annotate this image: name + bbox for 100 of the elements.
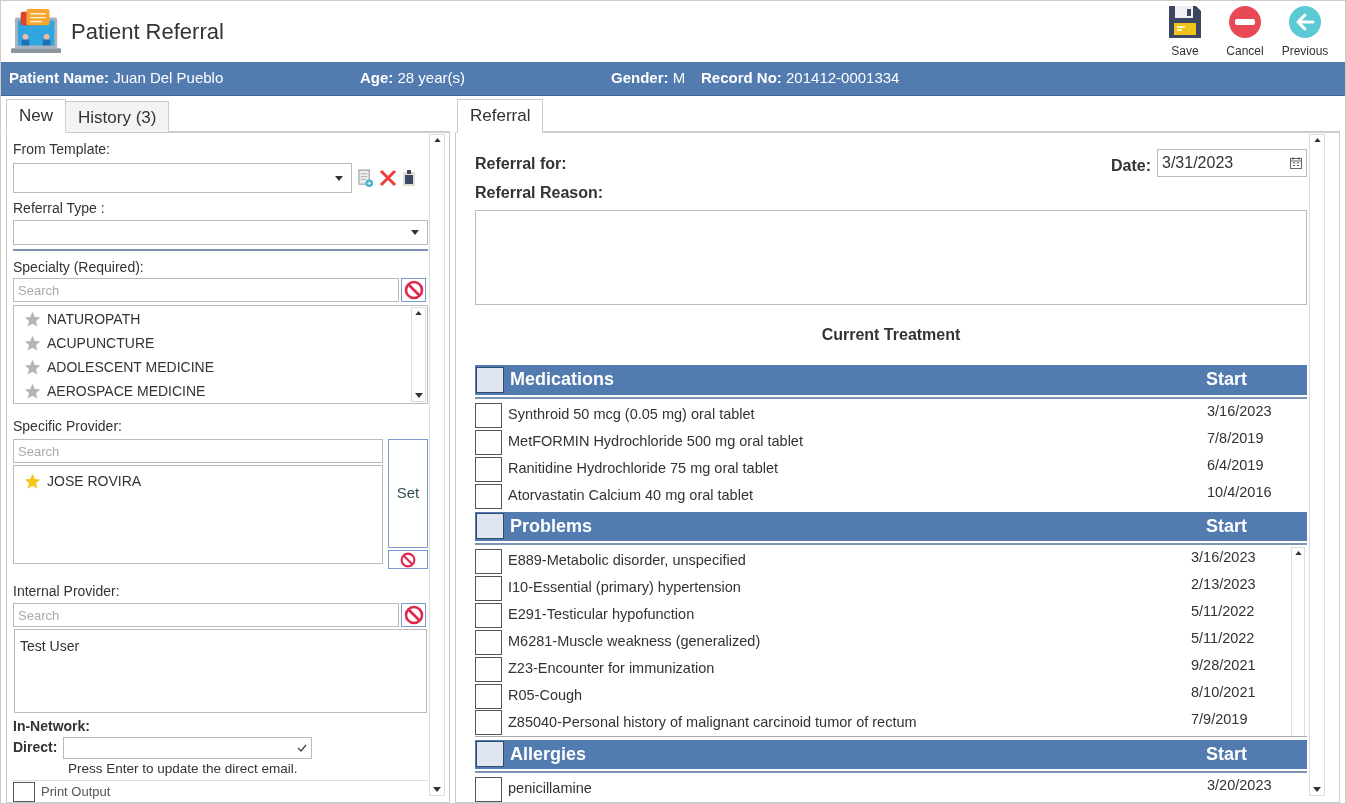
- table-cell-text: E291-Testicular hypofunction: [508, 605, 696, 625]
- list-item[interactable]: Test User: [20, 636, 421, 658]
- star-icon[interactable]: [24, 358, 41, 376]
- scrollbar[interactable]: [429, 134, 445, 796]
- toolbar-button[interactable]: Cancel: [1215, 5, 1275, 60]
- checkbox[interactable]: [475, 777, 502, 802]
- star-icon[interactable]: [24, 382, 41, 400]
- block-icon: [403, 605, 424, 626]
- tab[interactable]: New: [6, 99, 66, 133]
- clear-button[interactable]: [401, 278, 426, 303]
- reason-field[interactable]: [475, 210, 1307, 306]
- table-cell-text: 2/13/2023: [1191, 575, 1257, 595]
- field-label: Internal Provider:: [13, 582, 121, 602]
- star-icon[interactable]: [24, 310, 41, 328]
- patient-field: Age: 28 year(s): [360, 67, 611, 90]
- star-icon[interactable]: [24, 334, 41, 352]
- patient-field: Patient Name: Juan Del Pueblo: [9, 67, 360, 90]
- minus-circle-icon: [1229, 5, 1261, 38]
- scroll-up-icon[interactable]: [415, 311, 422, 316]
- checkbox[interactable]: [475, 656, 502, 682]
- table-cell-text: Z85040-Personal history of malignant carcinoid tumor of rectum: [508, 712, 918, 732]
- table-cell-text: E889-Metabolic disorder, unspecified: [508, 551, 747, 571]
- toolbar-button[interactable]: Save: [1155, 5, 1215, 60]
- checkbox[interactable]: [13, 782, 35, 802]
- checkbox[interactable]: [475, 629, 502, 655]
- field-label: Date:: [1111, 156, 1151, 176]
- checkbox[interactable]: [475, 602, 502, 628]
- list-item[interactable]: ADOLESCENT MEDICINE: [47, 356, 214, 378]
- scrollbar[interactable]: [1291, 547, 1305, 736]
- table-cell-text: Atorvastatin Calcium 40 mg oral tablet: [508, 486, 754, 505]
- scrollbar[interactable]: [411, 307, 426, 403]
- field-label: Direct:: [13, 738, 58, 758]
- list-item[interactable]: NATUROPATH: [47, 308, 141, 330]
- close-icon[interactable]: [379, 169, 397, 187]
- patient-field: Record No: 201412-0001334: [701, 67, 900, 90]
- list-item[interactable]: ACUPUNCTURE: [47, 332, 155, 354]
- block-icon: [400, 551, 416, 568]
- set-button[interactable]: Set: [388, 439, 428, 549]
- table-cell-text: Z23-Encounter for immunization: [508, 658, 716, 678]
- checkbox[interactable]: [475, 483, 502, 509]
- table-cell-text: 7/9/2019: [1191, 709, 1249, 729]
- hint-text: Press Enter to update the direct email.: [68, 759, 299, 778]
- window-title: Patient Referral: [71, 18, 224, 46]
- email-field[interactable]: [63, 736, 313, 759]
- checkbox[interactable]: [475, 429, 502, 455]
- check-icon: [297, 743, 308, 752]
- section-header: Allergies Start: [475, 739, 1307, 769]
- table-cell-text: I10-Essential (primary) hypertension: [508, 578, 742, 598]
- star-icon[interactable]: [24, 472, 41, 490]
- clear-button[interactable]: [388, 550, 428, 570]
- scrollbar[interactable]: [1309, 134, 1325, 796]
- table-cell-text: Synthroid 50 mcg (0.05 mg) oral tablet: [508, 405, 756, 424]
- calendar-icon[interactable]: [1290, 157, 1302, 169]
- table-cell-text: 3/16/2023: [1191, 548, 1257, 568]
- caret-icon: [335, 175, 343, 181]
- checkbox[interactable]: [476, 741, 504, 768]
- table-cell-text: M6281-Muscle weakness (generalized): [508, 632, 762, 652]
- checkbox[interactable]: [475, 549, 502, 575]
- scroll-up-icon[interactable]: [1294, 551, 1302, 556]
- checkbox-label: Print Output: [41, 783, 111, 802]
- table-cell-text: Ranitidine Hydrochloride 75 mg oral tablet: [508, 459, 779, 478]
- section-header: Medications Start: [475, 365, 1307, 395]
- table-cell-text: 10/4/2016: [1207, 482, 1273, 502]
- checkbox[interactable]: [476, 367, 504, 393]
- tab[interactable]: Referral: [457, 99, 544, 133]
- table-cell-text: 3/20/2023: [1207, 776, 1273, 795]
- table-cell-text: 5/11/2022: [1191, 602, 1256, 621]
- list-item[interactable]: AEROSPACE MEDICINE: [47, 380, 206, 402]
- checkbox[interactable]: [475, 402, 502, 428]
- block-icon: [403, 280, 424, 301]
- checkbox[interactable]: [475, 456, 502, 482]
- date-field[interactable]: 3/31/2023: [1157, 149, 1307, 177]
- scroll-up-icon[interactable]: [1313, 138, 1321, 142]
- clear-button[interactable]: [401, 603, 426, 628]
- table-cell-text: 5/11/2022: [1191, 628, 1256, 648]
- field-label: Specialty (Required):: [13, 258, 145, 278]
- table-cell-text: 6/4/2019: [1207, 455, 1265, 475]
- section-header: Problems Start: [475, 511, 1307, 542]
- toolbar-button[interactable]: Previous: [1275, 5, 1335, 60]
- scroll-down-icon[interactable]: [414, 393, 423, 399]
- search-field[interactable]: Search: [13, 278, 399, 303]
- field-label: From Template:: [13, 140, 111, 159]
- scroll-down-icon[interactable]: [433, 787, 441, 792]
- checkbox[interactable]: [475, 683, 502, 709]
- checkbox[interactable]: [475, 710, 502, 736]
- checkbox[interactable]: [476, 513, 504, 540]
- section-heading: Current Treatment: [820, 325, 962, 346]
- table-cell-text: 9/28/2021: [1191, 655, 1257, 675]
- tab[interactable]: History (3): [66, 101, 170, 133]
- list-item[interactable]: JOSE ROVIRA: [47, 470, 142, 492]
- scroll-down-icon[interactable]: [1313, 787, 1321, 792]
- field-label: Referral Reason:: [475, 183, 604, 203]
- field-label: Specific Provider:: [13, 417, 123, 437]
- caret-icon: [411, 230, 419, 236]
- clipboard-icon[interactable]: [403, 170, 415, 186]
- search-field[interactable]: Search: [13, 603, 399, 628]
- scroll-up-icon[interactable]: [433, 138, 441, 142]
- search-field[interactable]: Search: [13, 439, 383, 464]
- checkbox[interactable]: [475, 576, 502, 601]
- field-label: Referral Type :: [13, 199, 106, 218]
